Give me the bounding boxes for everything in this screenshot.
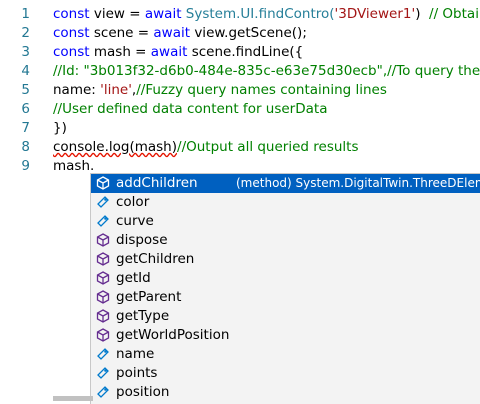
line-number: 8: [21, 139, 30, 155]
code-token: await: [150, 44, 188, 60]
code-token: name:: [53, 82, 101, 98]
code-text: console.log(mash)//Output all queried re…: [53, 138, 359, 157]
line-number: 9: [21, 158, 30, 174]
code-token: mash =: [89, 44, 151, 60]
code-token: scene.findLine({: [187, 44, 304, 60]
code-token: // Obtain a: [429, 6, 480, 22]
code-token: 'line': [100, 82, 132, 98]
suggest-item-label: name: [116, 346, 155, 362]
suggest-item-label: points: [116, 365, 158, 381]
method-cube-icon: [96, 309, 110, 323]
line-number: 4: [21, 63, 30, 79]
code-token: '3DViewer1': [334, 6, 416, 22]
code-token: const: [53, 25, 90, 41]
method-cube-icon: [96, 290, 110, 304]
code-token: const: [53, 6, 90, 22]
suggest-item-label: getType: [116, 308, 170, 324]
suggest-item-position[interactable]: position: [91, 383, 480, 402]
suggest-item-points[interactable]: points: [91, 364, 480, 383]
code-text: //Id: "3b013f32-d6b0-484e-835c-e63e75d30…: [53, 62, 480, 81]
property-icon: [96, 195, 110, 209]
code-text: const scene = await view.getScene();: [53, 24, 307, 43]
suggest-item-addchildren[interactable]: addChildren (method) System.DigitalTwin.T…: [91, 174, 480, 193]
code-text: }): [53, 119, 67, 138]
suggest-item-label: getId: [116, 270, 151, 286]
suggest-item-getparent[interactable]: getParent: [91, 288, 480, 307]
code-token: await: [153, 25, 191, 41]
code-text: const view = await System.UI.findContro(…: [53, 5, 480, 24]
code-text: name: 'line',//Fuzzy query names contain…: [53, 81, 387, 100]
code-token: }): [53, 120, 67, 136]
suggest-item-label: position: [116, 384, 170, 400]
line-number: 1: [21, 6, 30, 22]
suggest-item-label: getChildren: [116, 251, 195, 267]
suggest-item-detail: (method) System.DigitalTwin.ThreeDElemen…: [236, 176, 480, 190]
property-icon: [96, 214, 110, 228]
line-number: 5: [21, 82, 30, 98]
method-cube-icon: [96, 252, 110, 266]
code-token: await: [144, 6, 182, 22]
code-token: scene =: [89, 25, 154, 41]
code-token: view.getScene();: [190, 25, 307, 41]
code-token: console.log(mash): [53, 139, 178, 155]
code-token: //User defined data content for userData: [53, 101, 328, 117]
property-icon: [96, 347, 110, 361]
code-text: //User defined data content for userData: [53, 100, 327, 119]
suggest-item-dispose[interactable]: dispose: [91, 231, 480, 250]
code-token: //Id: "3b013f32-d6b0-484e-835c-e63e75d30…: [53, 63, 480, 79]
code-token: System.UI.findContro(: [181, 6, 335, 22]
code-token: view =: [89, 6, 145, 22]
suggest-item-label: curve: [116, 213, 154, 229]
suggest-item-label: dispose: [116, 232, 168, 248]
line-number: 6: [21, 101, 30, 117]
code-token: ): [415, 6, 430, 22]
method-cube-icon: [96, 233, 110, 247]
method-cube-icon: [96, 271, 110, 285]
suggest-item-curve[interactable]: curve: [91, 212, 480, 231]
code-token: //Fuzzy query names containing lines: [136, 82, 387, 98]
suggest-item-color[interactable]: color: [91, 193, 480, 212]
suggest-item-getchildren[interactable]: getChildren: [91, 250, 480, 269]
code-text: const mash = await scene.findLine({: [53, 43, 303, 62]
suggest-item-getworldposition[interactable]: getWorldPosition: [91, 326, 480, 345]
method-cube-icon: [96, 176, 110, 190]
property-icon: [96, 385, 110, 399]
property-icon: [96, 366, 110, 380]
line-number: 3: [21, 44, 30, 60]
suggest-item-gettype[interactable]: getType: [91, 307, 480, 326]
suggest-item-label: getWorldPosition: [116, 327, 230, 343]
line-number: 2: [21, 25, 30, 41]
code-token: const: [53, 44, 90, 60]
suggest-item-getid[interactable]: getId: [91, 269, 480, 288]
method-cube-icon: [96, 328, 110, 342]
suggest-widget[interactable]: addChildren (method) System.DigitalTwin.T…: [90, 173, 480, 404]
line-number: 7: [21, 120, 30, 136]
code-token: mash.: [53, 158, 95, 174]
suggest-item-label: getParent: [116, 289, 182, 305]
suggest-item-label: addChildren: [116, 175, 198, 191]
code-token: //Output all queried results: [177, 139, 359, 155]
code-text: mash.: [53, 157, 94, 176]
suggest-item-name[interactable]: name: [91, 345, 480, 364]
suggest-item-label: color: [116, 194, 150, 210]
horizontal-scrollbar[interactable]: [53, 396, 93, 401]
